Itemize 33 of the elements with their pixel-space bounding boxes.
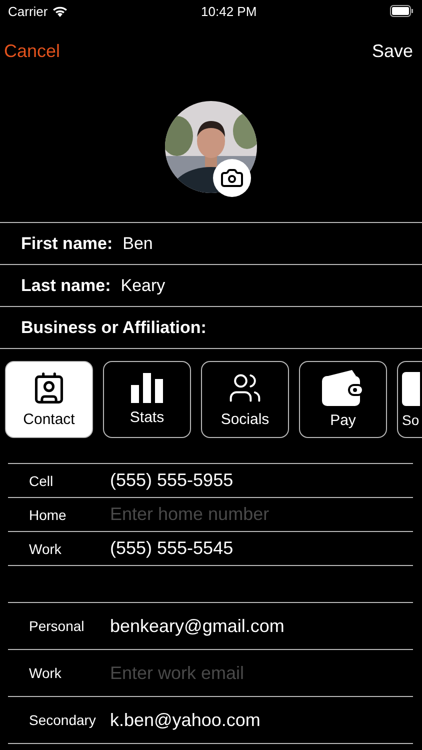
field-label: Business or Affiliation: (21, 318, 206, 338)
category-tab[interactable]: So (397, 361, 422, 438)
wallet-icon (322, 370, 364, 406)
category-tab[interactable]: Pay (299, 361, 387, 438)
input-field[interactable]: Enter work email (110, 662, 400, 684)
field-label: Home (29, 506, 68, 522)
contact-book-icon (32, 371, 66, 405)
bar-chart-icon (131, 373, 163, 403)
category-tab[interactable]: Contact (5, 361, 93, 438)
field-label: Personal (29, 618, 86, 634)
camera-icon (220, 166, 244, 190)
category-tab[interactable]: Socials (201, 361, 289, 438)
status-time: 10:42 PM (201, 4, 257, 18)
cancel-button[interactable]: Cancel (4, 40, 60, 62)
category-tab[interactable]: Stats (103, 361, 191, 438)
battery-icon (390, 5, 414, 17)
field-label: First name: (21, 234, 113, 254)
save-button[interactable]: Save (372, 40, 413, 62)
card-icon (402, 372, 420, 406)
input-field[interactable]: k.ben@yahoo.com (110, 710, 400, 730)
wifi-icon (52, 5, 68, 17)
field-value[interactable]: Keary (120, 276, 166, 296)
input-field[interactable]: benkeary@gmail.com (110, 616, 400, 636)
field-value[interactable]: Ben (122, 234, 153, 254)
input-field[interactable]: (555) 555-5545 (110, 538, 400, 559)
field-label: Secondary (29, 712, 97, 728)
input-field[interactable]: Enter home number (110, 504, 400, 525)
field-label: Work (29, 665, 62, 681)
input-field[interactable]: (555) 555-5955 (110, 470, 400, 491)
field-label: Last name: (21, 276, 111, 296)
field-label: Cell (29, 472, 54, 488)
field-label: Work (29, 540, 62, 556)
carrier-name: Carrier (8, 4, 48, 18)
